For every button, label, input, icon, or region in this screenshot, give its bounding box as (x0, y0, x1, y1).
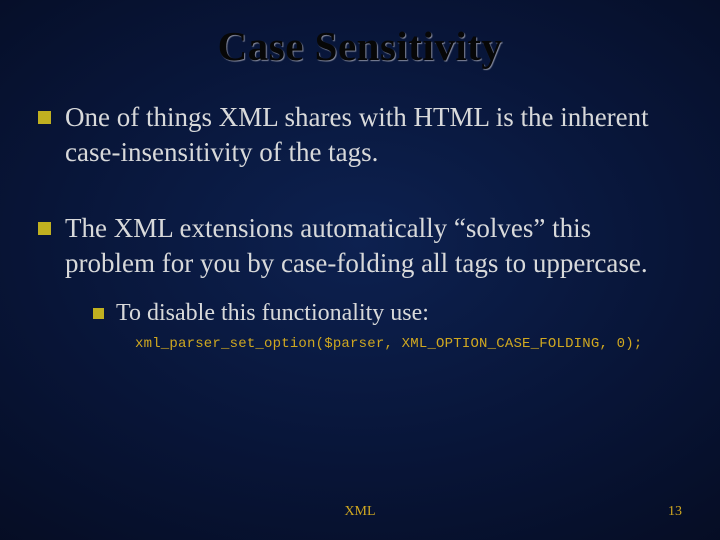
square-bullet-icon (93, 308, 104, 319)
footer-label: XML (0, 504, 720, 520)
sub-bullet: To disable this functionality use: xml_p… (93, 298, 682, 354)
bullet-text: One of things XML shares with HTML is th… (65, 100, 682, 169)
sub-bullet-row: To disable this functionality use: (93, 298, 682, 329)
square-bullet-icon (38, 222, 51, 235)
bullet-item-1: One of things XML shares with HTML is th… (38, 100, 682, 169)
bullet-2-main: The XML extensions automatically “solves… (65, 213, 648, 278)
page-number: 13 (668, 504, 682, 520)
slide-body: One of things XML shares with HTML is th… (38, 100, 682, 354)
code-line: xml_parser_set_option($parser, XML_OPTIO… (135, 336, 682, 354)
bullet-text: The XML extensions automatically “solves… (65, 211, 682, 354)
sub-bullet-text: To disable this functionality use: (116, 298, 429, 329)
slide-title: Case Sensitivity (38, 22, 682, 70)
square-bullet-icon (38, 111, 51, 124)
bullet-item-2: The XML extensions automatically “solves… (38, 211, 682, 354)
slide: Case Sensitivity One of things XML share… (0, 0, 720, 540)
